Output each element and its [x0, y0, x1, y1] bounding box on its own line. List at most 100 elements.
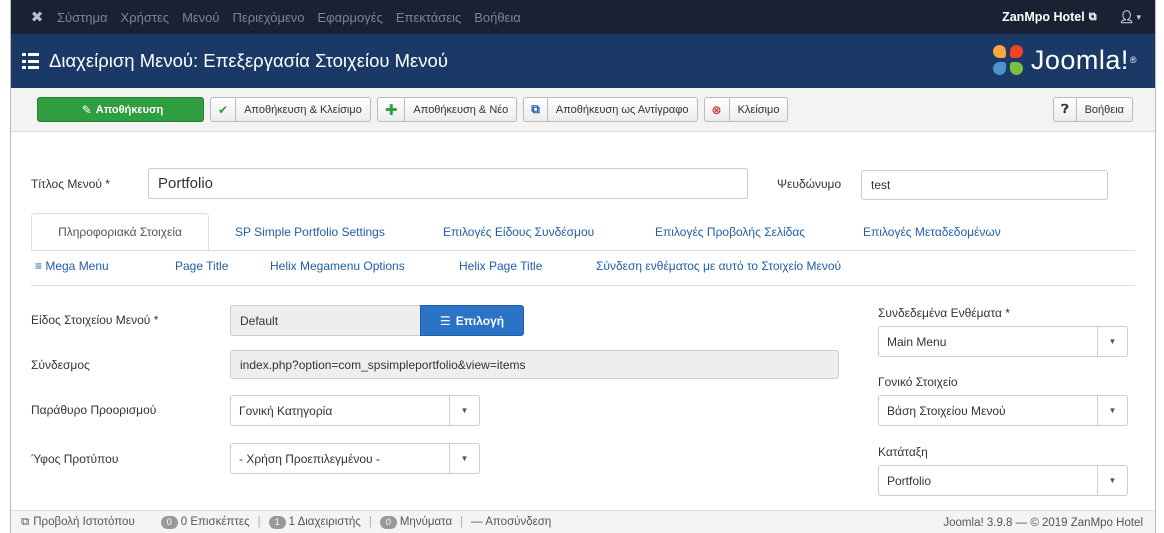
- menu-item-type-label: Είδος Στοιχείου Μενού *: [31, 313, 159, 327]
- alias-label: Ψευδώνυμο: [777, 177, 842, 191]
- ordering-select[interactable]: Portfolio ▼: [878, 465, 1128, 496]
- plus-icon: ✚: [378, 98, 406, 121]
- question-icon: ❓︎: [1054, 98, 1077, 121]
- admins-status: 1 1 Διαχειριστής: [268, 515, 361, 529]
- tab-mega-menu[interactable]: ≡ Mega Menu: [35, 259, 109, 273]
- tabs-row-1: Πληροφοριακά Στοιχεία SP Simple Portfoli…: [31, 213, 1147, 251]
- save-copy-label: Αποθήκευση ως Αντίγραφο: [555, 103, 689, 116]
- joomla-logo: Joomla! ®: [991, 43, 1137, 77]
- external-link-icon: ⧉: [21, 515, 30, 528]
- template-style-label: Ύφος Προτύπου: [31, 452, 119, 466]
- main-menu: Σύστημα Χρήστες Μενού Περιεχόμενο Εφαρμο…: [57, 10, 534, 25]
- menu-users[interactable]: Χρήστες: [121, 10, 170, 25]
- target-window-select[interactable]: Γονική Κατηγορία ▼: [230, 395, 480, 426]
- ordering-value: Portfolio: [887, 473, 932, 488]
- close-button[interactable]: ⊗ Κλείσιμο: [703, 97, 789, 122]
- joomla-logo-text: Joomla!: [1030, 44, 1129, 75]
- save-label: Αποθήκευση: [95, 103, 164, 116]
- choose-type-button[interactable]: ☰ Επιλογή: [420, 305, 524, 336]
- site-link[interactable]: ZanMpo Hotel: [1002, 10, 1085, 24]
- joomla-small-icon[interactable]: ✖: [21, 8, 53, 26]
- top-navbar: ✖ Σύστημα Χρήστες Μενού Περιεχόμενο Εφαρ…: [11, 0, 1155, 34]
- target-window-value: Γονική Κατηγορία: [239, 403, 333, 418]
- chevron-down-icon[interactable]: ▾: [1136, 12, 1141, 23]
- user-icon[interactable]: 👤︎: [1119, 10, 1135, 25]
- tab-page-display[interactable]: Επιλογές Προβολής Σελίδας: [647, 213, 813, 251]
- separator: |: [368, 516, 372, 528]
- help-label: Βοήθεια: [1084, 103, 1124, 116]
- save-new-button[interactable]: ✚ Αποθήκευση & Νέο: [376, 97, 518, 122]
- help-button[interactable]: ❓︎ Βοήθεια: [1053, 97, 1133, 122]
- admins-label: 1 Διαχειριστής: [288, 516, 361, 528]
- list-icon: ☰: [439, 313, 451, 328]
- chevron-down-icon: ▼: [449, 396, 479, 425]
- chevron-down-icon: ▼: [449, 444, 479, 473]
- chevron-down-icon: ▼: [1097, 466, 1127, 495]
- page-header: Διαχείριση Μενού: Επεξεργασία Στοιχείου …: [11, 34, 1155, 88]
- joomla-logo-reg: ®: [1129, 55, 1137, 65]
- admins-badge: 1: [268, 515, 286, 529]
- menu-content[interactable]: Περιεχόμενο: [233, 10, 305, 25]
- target-window-label: Παράθυρο Προορισμού: [31, 403, 157, 417]
- save-close-label: Αποθήκευση & Κλείσιμο: [244, 103, 362, 116]
- visitors-status: 0 0 Επισκέπτες: [160, 515, 250, 529]
- template-style-value: - Χρήση Προεπιλεγμένου -: [239, 451, 380, 466]
- parent-item-select[interactable]: Βάση Στοιχείου Μενού ▼: [878, 395, 1128, 426]
- tab-module-assignment[interactable]: Σύνδεση ενθέματος με αυτό το Στοιχείο Με…: [596, 259, 841, 273]
- save-close-button[interactable]: ✔ Αποθήκευση & Κλείσιμο: [210, 97, 371, 122]
- menu-menus[interactable]: Μενού: [182, 10, 219, 25]
- view-site-label: Προβολή Ιστοτόπου: [33, 516, 135, 528]
- template-style-select[interactable]: - Χρήση Προεπιλεγμένου - ▼: [230, 443, 480, 474]
- list-icon: [22, 53, 39, 69]
- cancel-icon: ⊗: [705, 98, 730, 121]
- chevron-down-icon: ▼: [1097, 327, 1127, 356]
- logout-link[interactable]: — Αποσύνδεση: [471, 516, 551, 528]
- visitors-label: 0 Επισκέπτες: [180, 516, 250, 528]
- choose-type-label: Επιλογή: [455, 313, 505, 328]
- joomla-mark-icon: [991, 43, 1025, 77]
- ordering-label: Κατάταξη: [878, 445, 928, 459]
- tab-helix-megamenu[interactable]: Helix Megamenu Options: [270, 259, 405, 273]
- save-button[interactable]: ✎ Αποθήκευση: [37, 97, 204, 122]
- separator: |: [460, 516, 464, 528]
- tab-helix-page-title[interactable]: Helix Page Title: [459, 259, 542, 273]
- view-site-link[interactable]: ⧉ Προβολή Ιστοτόπου: [21, 516, 135, 529]
- tabs-divider-2: [31, 285, 1135, 286]
- parent-item-label: Γονικό Στοιχείο: [878, 375, 958, 389]
- messages-link[interactable]: 0 Μηνύματα: [379, 515, 453, 529]
- tab-sp-portfolio[interactable]: SP Simple Portfolio Settings: [227, 213, 393, 251]
- menu-title-input[interactable]: Portfolio: [148, 168, 748, 199]
- menu-components[interactable]: Εφαρμογές: [318, 10, 383, 25]
- menu-select[interactable]: Main Menu ▼: [878, 326, 1128, 357]
- tab-page-title[interactable]: Page Title: [175, 259, 228, 273]
- save-copy-button[interactable]: ⧉ Αποθήκευση ως Αντίγραφο: [523, 97, 698, 122]
- save-new-label: Αποθήκευση & Νέο: [413, 103, 509, 116]
- link-label: Σύνδεσμος: [31, 358, 90, 372]
- version-info: Joomla! 3.9.8 — © 2019 ZanMpo Hotel: [943, 516, 1143, 529]
- menu-label: Συνδεδεμένα Ενθέματα *: [878, 306, 1010, 320]
- link-field: index.php?option=com_spsimpleportfolio&v…: [230, 350, 839, 379]
- menu-system[interactable]: Σύστημα: [57, 10, 108, 25]
- tab-details[interactable]: Πληροφοριακά Στοιχεία: [31, 213, 209, 251]
- page-title: Διαχείριση Μενού: Επεξεργασία Στοιχείου …: [49, 50, 448, 71]
- messages-label: Μηνύματα: [399, 516, 453, 528]
- tabs-divider: [31, 250, 1135, 251]
- menu-extensions[interactable]: Επεκτάσεις: [396, 10, 461, 25]
- tab-metadata[interactable]: Επιλογές Μεταδεδομένων: [855, 213, 1009, 251]
- chevron-down-icon: ▼: [1097, 396, 1127, 425]
- visitors-badge: 0: [160, 515, 178, 529]
- edit-icon: ✎: [81, 102, 92, 117]
- menu-item-type-field: Default: [230, 305, 421, 336]
- menu-title-label: Τίτλος Μενού *: [31, 177, 110, 191]
- nav-right: ZanMpo Hotel ⧉ 👤︎ ▾: [1002, 0, 1141, 34]
- alias-input[interactable]: test: [861, 170, 1108, 200]
- separator: |: [257, 516, 261, 528]
- messages-badge: 0: [379, 515, 397, 529]
- tab-link-type[interactable]: Επιλογές Είδους Συνδέσμου: [435, 213, 602, 251]
- check-icon: ✔: [211, 98, 237, 121]
- external-link-icon: ⧉: [1088, 10, 1097, 23]
- admin-window: ✖ Σύστημα Χρήστες Μενού Περιεχόμενο Εφαρ…: [10, 0, 1156, 533]
- menu-help[interactable]: Βοήθεια: [474, 10, 521, 25]
- parent-item-value: Βάση Στοιχείου Μενού: [887, 403, 1006, 418]
- toolbar: ✎ Αποθήκευση ✔ Αποθήκευση & Κλείσιμο ✚ Α…: [11, 88, 1155, 132]
